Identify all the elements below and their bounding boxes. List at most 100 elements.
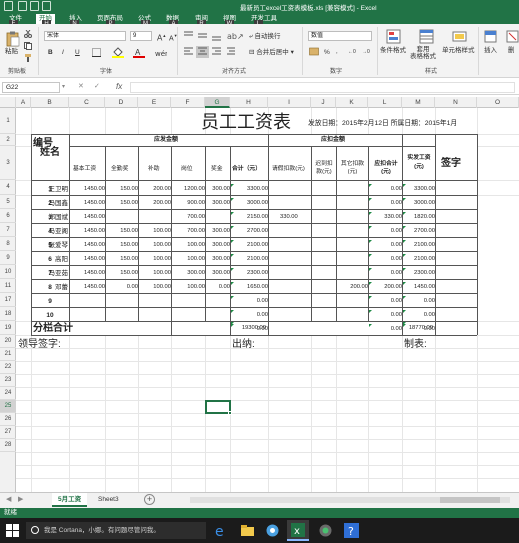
confirm-entry-icon[interactable]: ✓ [94, 82, 100, 90]
chevron-down-icon[interactable]: ▾ [62, 83, 65, 90]
bold-button[interactable]: B [48, 48, 53, 57]
column-header[interactable]: L [368, 97, 402, 108]
app-icon[interactable] [318, 523, 333, 538]
conditional-format-button[interactable]: 条件格式 [380, 46, 406, 55]
row-header[interactable]: 4 [0, 180, 16, 195]
column-header[interactable]: H [230, 97, 268, 108]
percent-button[interactable]: % [324, 48, 330, 57]
vertical-align-icons[interactable]: ab↗ [183, 30, 247, 42]
format-as-table-button[interactable]: 套用 表格格式 [410, 46, 436, 60]
column-header-selected[interactable]: G [205, 97, 230, 108]
fill-color-icon[interactable] [112, 47, 124, 58]
add-sheet-button[interactable]: + [144, 494, 155, 505]
format-painter-icon[interactable] [24, 54, 32, 62]
column-header[interactable]: E [138, 97, 171, 108]
insert-button[interactable]: 插入 [484, 46, 497, 55]
decrease-decimal-icon[interactable]: →0 [362, 48, 370, 57]
column-header[interactable]: D [105, 97, 138, 108]
row-header[interactable]: 7 [0, 223, 16, 237]
cancel-entry-icon[interactable]: ✕ [78, 82, 84, 90]
merge-center-button[interactable]: ⊟ 合并后居中 ▾ [249, 48, 294, 57]
column-header[interactable]: K [336, 97, 368, 108]
number-format-select[interactable]: 数值 [308, 31, 372, 41]
row-header[interactable]: 23 [0, 374, 16, 387]
phonetic-icon[interactable]: wén [155, 47, 167, 58]
row-header[interactable]: 6 [0, 209, 16, 223]
select-all-corner[interactable] [0, 97, 16, 108]
insert-cells-icon[interactable] [484, 29, 498, 45]
row-header[interactable]: 10 [0, 265, 16, 279]
cut-icon[interactable] [24, 30, 32, 38]
cell-styles-button[interactable]: 单元格样式 [442, 46, 475, 55]
scrollbar-thumb[interactable] [440, 497, 500, 503]
sheet-tab-may-salary[interactable]: 5月工资 [52, 493, 88, 507]
undo-icon[interactable] [30, 1, 39, 11]
sheet-tab-sheet3[interactable]: Sheet3 [92, 493, 125, 507]
column-header[interactable]: C [69, 97, 105, 108]
column-header[interactable]: F [171, 97, 205, 108]
cell-styles-icon[interactable] [452, 29, 468, 45]
borders-icon[interactable] [92, 48, 104, 57]
formula-input[interactable] [130, 82, 515, 93]
scroll-right-icon[interactable]: ▶ [18, 495, 23, 503]
horizontal-scrollbar[interactable] [190, 497, 510, 503]
column-header[interactable]: A [16, 97, 31, 108]
column-header[interactable]: I [268, 97, 311, 108]
font-size-select[interactable]: 9 [130, 31, 152, 41]
increase-decimal-icon[interactable]: ←0 [348, 48, 356, 57]
row-header[interactable]: 26 [0, 413, 16, 426]
column-header[interactable]: O [477, 97, 519, 108]
row-header-selected[interactable]: 25 [0, 400, 16, 413]
delete-cells-icon[interactable] [506, 29, 519, 45]
font-name-select[interactable]: 宋体 [44, 31, 126, 41]
excel-taskbar-button[interactable]: x [287, 520, 309, 541]
format-as-table-icon[interactable] [419, 29, 435, 45]
row-header[interactable]: 18 [0, 307, 16, 321]
paste-icon[interactable] [6, 31, 20, 47]
grow-font-icon[interactable]: A▲ [157, 31, 166, 43]
windows-start-icon[interactable] [5, 523, 20, 538]
insert-function-icon[interactable]: fx [116, 82, 122, 91]
row-header[interactable]: 21 [0, 348, 16, 361]
row-header[interactable]: 1 [0, 108, 16, 134]
row-header[interactable]: 27 [0, 426, 16, 439]
row-header[interactable]: 2 [0, 134, 16, 146]
tab-developer[interactable]: 开发工具 [248, 14, 280, 24]
scroll-left-icon[interactable]: ◀ [6, 495, 11, 503]
column-header[interactable]: N [435, 97, 477, 108]
paste-button[interactable]: 粘贴 [5, 47, 18, 56]
row-header[interactable]: 24 [0, 387, 16, 400]
row-header[interactable]: 28 [0, 439, 16, 452]
horizontal-align-icons[interactable] [183, 46, 247, 58]
row-header[interactable]: 8 [0, 237, 16, 251]
cells-area[interactable]: 员工工资表 发放日期：2015年2月12日 所属日期：2015年1月 编号 姓名… [16, 108, 519, 492]
name-box[interactable]: G22 [2, 82, 60, 93]
font-color-icon[interactable]: A [133, 47, 145, 58]
delete-button[interactable]: 删 [508, 46, 515, 55]
redo-icon[interactable] [42, 1, 51, 11]
save-icon[interactable] [18, 1, 27, 11]
row-header[interactable]: 20 [0, 335, 16, 348]
file-explorer-icon[interactable] [240, 523, 255, 538]
row-header[interactable]: 22 [0, 361, 16, 374]
browser-icon[interactable] [265, 523, 280, 538]
fill-handle[interactable] [228, 411, 232, 415]
wrap-text-button[interactable]: ⤶ 自动换行 [249, 32, 280, 41]
row-header[interactable]: 17 [0, 293, 16, 307]
comma-style-icon[interactable]: , [336, 48, 338, 57]
conditional-format-icon[interactable] [386, 29, 402, 45]
column-header[interactable]: B [31, 97, 69, 108]
copy-icon[interactable] [24, 42, 32, 50]
row-header[interactable]: 3 [0, 146, 16, 180]
italic-button[interactable]: I [62, 48, 64, 57]
row-header[interactable]: 11 [0, 279, 16, 293]
edge-icon[interactable]: e [214, 523, 229, 538]
row-header[interactable]: 5 [0, 195, 16, 209]
row-header[interactable]: 19 [0, 321, 16, 335]
underline-button[interactable]: U [75, 48, 80, 57]
help-icon[interactable]: ? [344, 523, 359, 538]
column-header[interactable]: J [311, 97, 336, 108]
column-header[interactable]: M [402, 97, 435, 108]
row-header[interactable]: 9 [0, 251, 16, 265]
cortana-search-box[interactable]: 我是 Cortana，小娜。有问题尽管问我。 [26, 522, 206, 539]
